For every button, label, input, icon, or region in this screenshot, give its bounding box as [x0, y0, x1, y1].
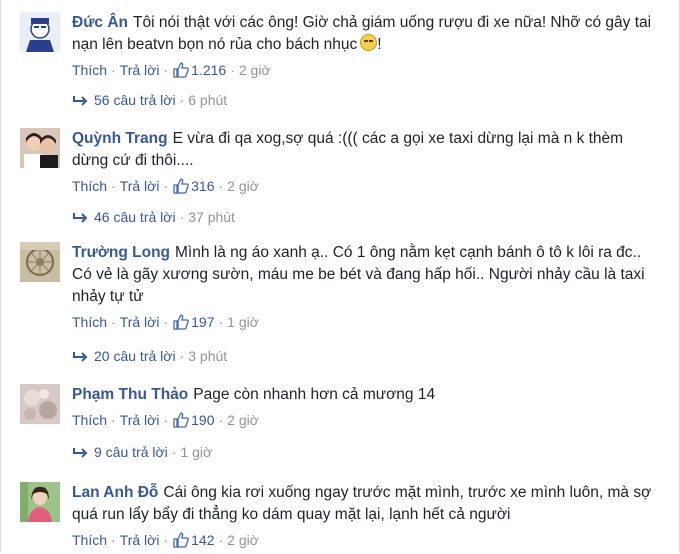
replies-time: 6 phút: [188, 92, 228, 108]
reply-arrow-icon: [72, 348, 88, 368]
like-button[interactable]: Thích: [72, 532, 107, 548]
reply-button[interactable]: Trả lời: [120, 62, 160, 78]
replies-link[interactable]: 46 câu trả lời · 37 phút: [72, 207, 235, 229]
reply-button[interactable]: Trả lời: [120, 314, 160, 330]
replies-link[interactable]: 56 câu trả lời · 6 phút: [72, 90, 227, 112]
comment-actions: Thích · Trả lời · 190 · 2 giờ: [72, 409, 662, 431]
replies-link[interactable]: 9 câu trả lời · 1 giờ: [72, 442, 212, 464]
reply-button[interactable]: Trả lời: [120, 178, 160, 194]
avatar[interactable]: [20, 384, 60, 424]
replies-count[interactable]: 56 câu trả lời: [94, 92, 176, 108]
reply-arrow-icon: [72, 92, 88, 112]
timestamp[interactable]: 2 giờ: [227, 532, 259, 548]
author-name[interactable]: Lan Anh Đỗ: [72, 484, 158, 501]
thumbs-up-icon[interactable]: [173, 314, 189, 336]
comment-actions: Thích · Trả lời · 316 · 2 giờ: [72, 175, 662, 197]
replies-link[interactable]: 20 câu trả lời · 3 phút: [72, 346, 227, 368]
reply-arrow-icon: [72, 444, 88, 464]
timestamp[interactable]: 2 giờ: [227, 178, 259, 194]
timestamp[interactable]: 1 giờ: [227, 314, 259, 330]
replies-time: 37 phút: [188, 209, 235, 225]
reply-arrow-icon: [72, 209, 88, 229]
timestamp[interactable]: 2 giờ: [239, 62, 271, 78]
timestamp[interactable]: 2 giờ: [227, 412, 259, 428]
replies-count[interactable]: 46 câu trả lời: [94, 209, 176, 225]
replies-count[interactable]: 20 câu trả lời: [94, 348, 176, 364]
like-count[interactable]: 316: [191, 178, 214, 194]
replies-time: 1 giờ: [180, 444, 213, 460]
like-button[interactable]: Thích: [72, 62, 107, 78]
avatar[interactable]: [20, 128, 60, 168]
like-count[interactable]: 190: [191, 412, 214, 428]
author-name[interactable]: Đức Ân: [72, 14, 128, 31]
reply-button[interactable]: Trả lời: [120, 532, 160, 548]
author-name[interactable]: Trường Long: [72, 244, 170, 261]
like-count[interactable]: 1.216: [191, 62, 226, 78]
like-count[interactable]: 197: [191, 314, 214, 330]
author-name[interactable]: Quỳnh Trang: [72, 130, 168, 147]
comment-text: Page còn nhanh hơn cả mương 14: [193, 386, 436, 403]
thumbs-up-icon[interactable]: [173, 412, 189, 434]
like-button[interactable]: Thích: [72, 178, 107, 194]
comment-actions: Thích · Trả lời · 1.216 · 2 giờ: [72, 59, 662, 81]
smiley-emoji-icon: [360, 34, 378, 51]
replies-time: 3 phút: [188, 348, 228, 364]
thumbs-up-icon[interactable]: [173, 532, 189, 554]
like-button[interactable]: Thích: [72, 412, 107, 428]
avatar[interactable]: [20, 242, 60, 282]
thumbs-up-icon[interactable]: [173, 178, 189, 200]
avatar[interactable]: [20, 12, 60, 52]
comment-actions: Thích · Trả lời · 142 · 2 giờ: [72, 529, 662, 551]
comment-actions: Thích · Trả lời · 197 · 1 giờ: [72, 311, 662, 333]
like-count[interactable]: 142: [191, 532, 214, 548]
avatar[interactable]: [20, 482, 60, 522]
reply-button[interactable]: Trả lời: [120, 412, 160, 428]
comment-text: Cái ông kia rơi xuống ngay trước mặt mìn…: [72, 484, 652, 523]
thumbs-up-icon[interactable]: [173, 62, 189, 84]
replies-count[interactable]: 9 câu trả lời: [94, 444, 168, 460]
author-name[interactable]: Phạm Thu Thảo: [72, 386, 188, 403]
like-button[interactable]: Thích: [72, 314, 107, 330]
